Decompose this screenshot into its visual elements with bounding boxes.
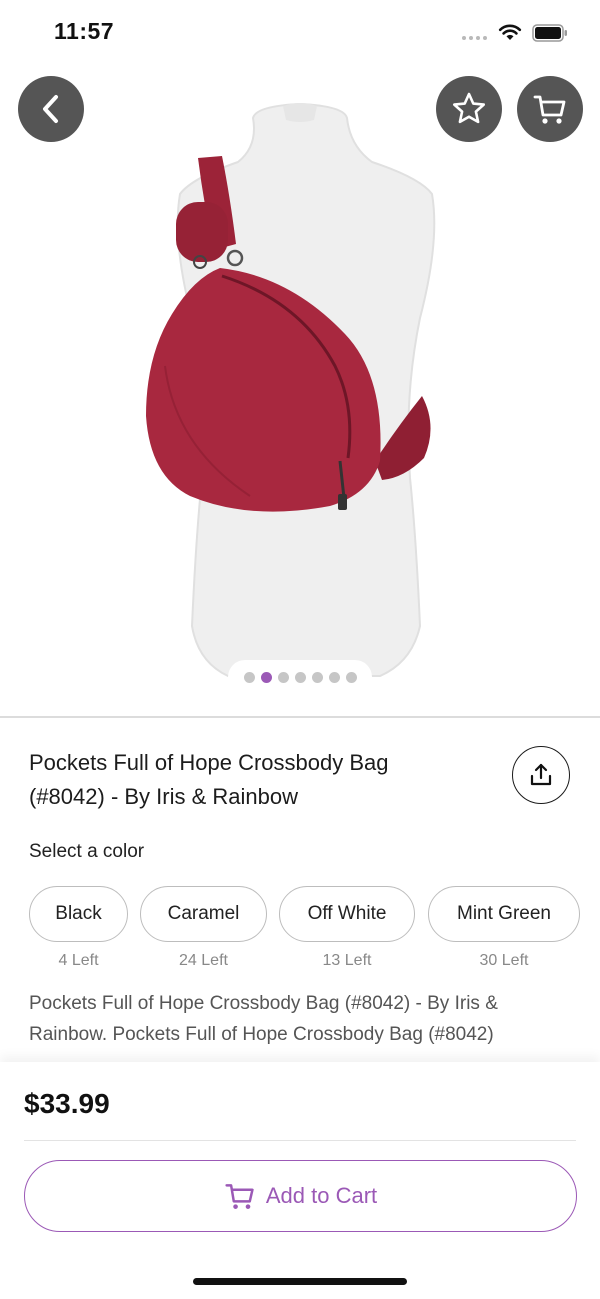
carousel-dot[interactable]: [243, 671, 255, 683]
cart-icon: [533, 95, 566, 124]
back-button[interactable]: [18, 76, 84, 142]
purchase-bar: $33.99 Add to Cart: [0, 1062, 600, 1299]
stock-count: 4 Left: [58, 952, 99, 969]
carousel-dot[interactable]: [311, 671, 323, 683]
select-color-label: Select a color: [29, 841, 145, 862]
carousel-dot[interactable]: [345, 671, 357, 683]
add-to-cart-button[interactable]: Add to Cart: [24, 1160, 577, 1232]
battery-icon: [532, 24, 567, 42]
color-option-off-white[interactable]: Off White 13 Left: [279, 886, 415, 970]
product-image: [146, 102, 436, 677]
color-chip[interactable]: Caramel: [140, 886, 267, 942]
carousel-dot[interactable]: [294, 671, 306, 683]
carousel-dot[interactable]: [328, 671, 340, 683]
home-indicator[interactable]: [193, 1278, 407, 1285]
color-chip[interactable]: Off White: [279, 886, 415, 942]
color-chip[interactable]: Black: [29, 886, 128, 942]
carousel-dot[interactable]: [277, 671, 289, 683]
color-option-mint-green[interactable]: Mint Green 30 Left: [428, 886, 580, 970]
color-option-caramel[interactable]: Caramel 24 Left: [140, 886, 267, 970]
share-button[interactable]: [512, 746, 570, 804]
cart-icon: [225, 1184, 254, 1209]
chevron-left-icon: [43, 95, 58, 123]
stock-count: 13 Left: [322, 952, 372, 969]
add-to-cart-label: Add to Cart: [265, 1183, 378, 1208]
signal-icon: [462, 36, 487, 40]
color-option-black[interactable]: Black 4 Left: [29, 886, 128, 970]
status-time: 11:57: [54, 18, 115, 44]
status-bar: 11:57: [0, 0, 600, 66]
star-icon: [453, 92, 485, 124]
purchase-divider: [24, 1140, 576, 1141]
product-description: Pockets Full of Hope Crossbody Bag (#804…: [29, 993, 498, 1045]
color-chip[interactable]: Mint Green: [428, 886, 580, 942]
cart-button[interactable]: [517, 76, 583, 142]
stock-count: 30 Left: [479, 952, 529, 969]
product-image-carousel[interactable]: [0, 66, 600, 716]
stock-count: 24 Left: [179, 952, 228, 969]
color-options: Black 4 Left Caramel 24 Left Off White 1…: [29, 886, 600, 976]
favorite-button[interactable]: [436, 76, 502, 142]
product-title: Pockets Full of Hope Crossbody Bag (#804…: [29, 750, 389, 809]
carousel-dot-active[interactable]: [260, 671, 272, 683]
share-icon: [530, 763, 552, 786]
section-divider: [0, 716, 600, 718]
carousel-pagination[interactable]: [228, 660, 372, 694]
wifi-icon: [498, 24, 522, 40]
price: $33.99: [24, 1088, 110, 1119]
